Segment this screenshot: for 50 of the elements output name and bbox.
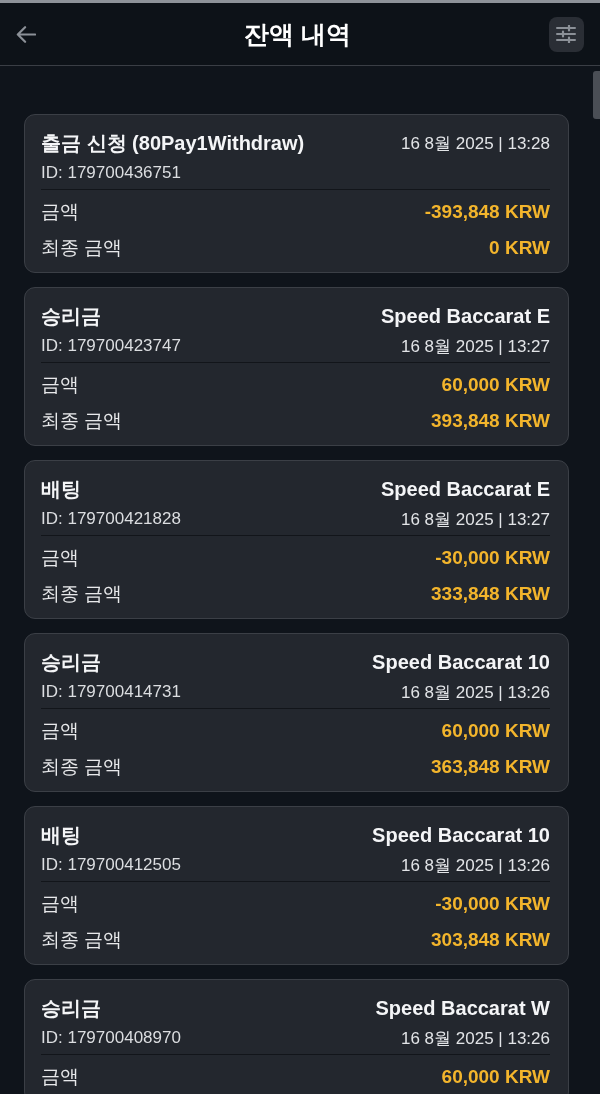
game-name: Speed Baccarat 10 xyxy=(372,823,550,847)
filter-button[interactable] xyxy=(549,16,584,52)
amount-label: 금액 xyxy=(41,373,79,397)
transaction-date: 16 8월 2025 | 13:26 xyxy=(400,1027,550,1050)
amount-value: 60,000 KRW xyxy=(441,720,550,742)
amount-value: 60,000 KRW xyxy=(441,1066,550,1088)
game-name: Speed Baccarat E xyxy=(381,477,550,501)
amount-value: -30,000 KRW xyxy=(435,547,550,569)
sliders-icon xyxy=(556,25,577,43)
amount-value: -393,848 KRW xyxy=(424,201,550,223)
transaction-date: 16 8월 2025 | 13:26 xyxy=(400,854,550,877)
final-amount-label: 최종 금액 xyxy=(41,754,123,779)
back-arrow-icon[interactable] xyxy=(16,25,36,43)
final-amount-label: 최종 금액 xyxy=(41,235,123,260)
final-amount-value: 303,848 KRW xyxy=(431,928,550,951)
scrollbar-thumb[interactable] xyxy=(593,71,600,119)
transaction-id: ID: 179700414731 xyxy=(41,682,181,702)
final-amount-label: 최종 금액 xyxy=(41,927,123,952)
transaction-title: 승리금 xyxy=(41,649,101,675)
transaction-title: 출금 신청 (80Pay1Withdraw) xyxy=(41,130,305,156)
transaction-date: 16 8월 2025 | 13:26 xyxy=(400,681,550,704)
amount-label: 금액 xyxy=(41,719,79,743)
final-amount-value: 0 KRW xyxy=(489,236,550,259)
amount-value: -30,000 KRW xyxy=(435,893,550,915)
transaction-id: ID: 179700408970 xyxy=(41,1028,181,1048)
transaction-date: 16 8월 2025 | 13:28 xyxy=(400,132,550,155)
final-amount-label: 최종 금액 xyxy=(41,408,123,433)
final-amount-value: 333,848 KRW xyxy=(431,582,550,605)
transaction-date: 16 8월 2025 | 13:27 xyxy=(400,508,550,531)
game-name: Speed Baccarat W xyxy=(375,996,550,1020)
transaction-id: ID: 179700423747 xyxy=(41,336,181,356)
final-amount-value: 363,848 KRW xyxy=(431,755,550,778)
amount-label: 금액 xyxy=(41,546,79,570)
amount-label: 금액 xyxy=(41,892,79,916)
transaction-date: 16 8월 2025 | 13:27 xyxy=(400,335,550,358)
transaction-title: 승리금 xyxy=(41,303,101,329)
final-amount-label: 최종 금액 xyxy=(41,581,123,606)
game-name: Speed Baccarat E xyxy=(381,304,550,328)
amount-label: 금액 xyxy=(41,200,79,224)
page-title: 잔액 내역 xyxy=(244,18,351,50)
transaction-id: ID: 179700436751 xyxy=(41,163,181,183)
transaction-title: 배팅 xyxy=(41,476,81,502)
amount-value: 60,000 KRW xyxy=(441,374,550,396)
final-amount-value: 393,848 KRW xyxy=(431,409,550,432)
game-name: Speed Baccarat 10 xyxy=(372,650,550,674)
transaction-title: 배팅 xyxy=(41,822,81,848)
transaction-id: ID: 179700421828 xyxy=(41,509,181,529)
transaction-id: ID: 179700412505 xyxy=(41,855,181,875)
transaction-title: 승리금 xyxy=(41,995,101,1021)
amount-label: 금액 xyxy=(41,1065,79,1089)
